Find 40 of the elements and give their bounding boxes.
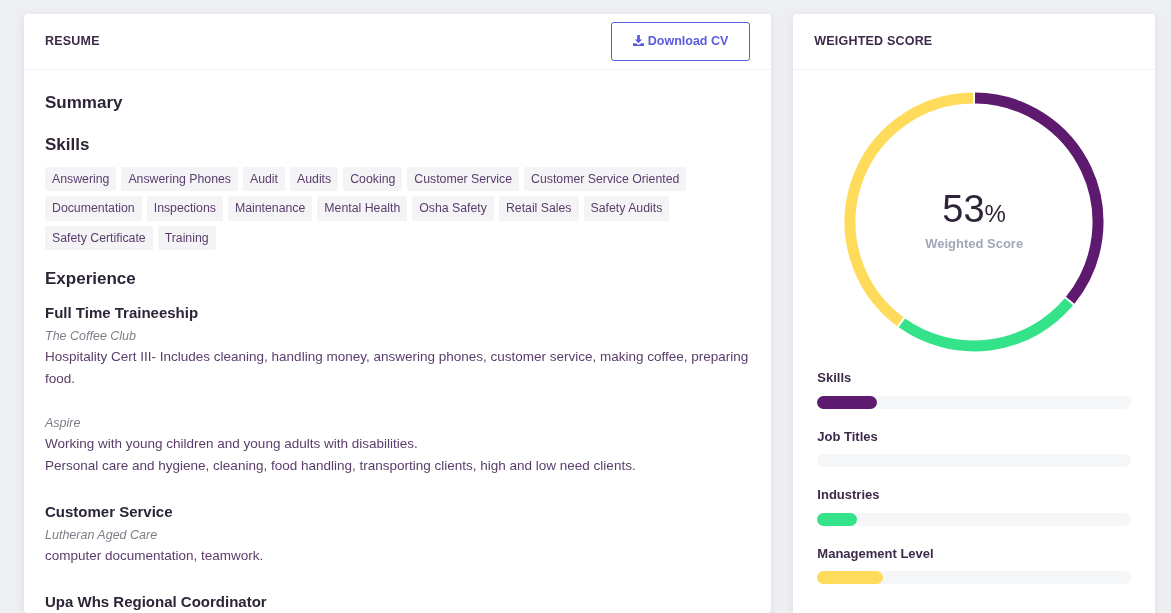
skill-tag: Answering Phones [121, 167, 238, 192]
score-label: Job Titles [817, 427, 879, 446]
score-label: Skills [817, 369, 853, 387]
section-heading: Experience [45, 268, 137, 291]
company-name: The Coffee Club [45, 328, 138, 346]
company-name: Aspire [45, 415, 82, 433]
company-name: Lutheran Aged Care [45, 527, 159, 545]
job-title: Customer Service [45, 501, 174, 522]
skill-tag: Osha Safety [412, 196, 494, 221]
skill-tag: Audit [242, 167, 285, 192]
download-icon [632, 35, 644, 47]
skill-tag: Inspections [146, 196, 223, 221]
section-heading: Summary [45, 92, 124, 114]
download-button[interactable]: Download CV [610, 22, 751, 61]
score-label: Industries [817, 486, 881, 504]
skill-tag: Cooking [343, 167, 403, 192]
job-title: Upa Whs Regional Coordinator [45, 592, 268, 613]
job-description: Hospitality Cert III- Includes cleaning, handling money, answering phones, customer service, making coffee, preparing food. [45, 348, 750, 389]
skill-tag: Training [157, 225, 216, 251]
score-value: 53 [942, 188, 985, 231]
score-unit: % [984, 200, 1006, 228]
card-title: WEIGHTED SCORE [814, 33, 933, 51]
card-title: RESUME [45, 33, 100, 51]
job-description: computer documentation, teamwork. [45, 547, 265, 566]
skill-tag: Documentation [45, 196, 142, 221]
job-description: Working with young children and young adults with disabilities. [45, 434, 419, 453]
skill-tag: Answering [45, 167, 117, 192]
skill-tag: Mental Health [317, 196, 408, 221]
job-description: Personal care and hygiene, cleaning, food handling, transporting clients, high and low need clients. [45, 456, 637, 475]
skill-tag: Safety Audits [583, 196, 670, 221]
skill-tag: Customer Service [407, 167, 520, 192]
job-title: Full Time Traineeship [45, 302, 200, 323]
skill-tag: Safety Certificate [45, 225, 153, 251]
skill-tag: Retail Sales [498, 196, 579, 221]
skill-tag: Maintenance [227, 196, 313, 221]
skill-tag: Audits [290, 167, 339, 192]
score-caption: Weighted Score [925, 235, 1024, 254]
section-heading: Skills [45, 133, 91, 156]
skill-tag: Customer Service Oriented [524, 167, 687, 192]
score-label: Management Level [817, 544, 935, 563]
